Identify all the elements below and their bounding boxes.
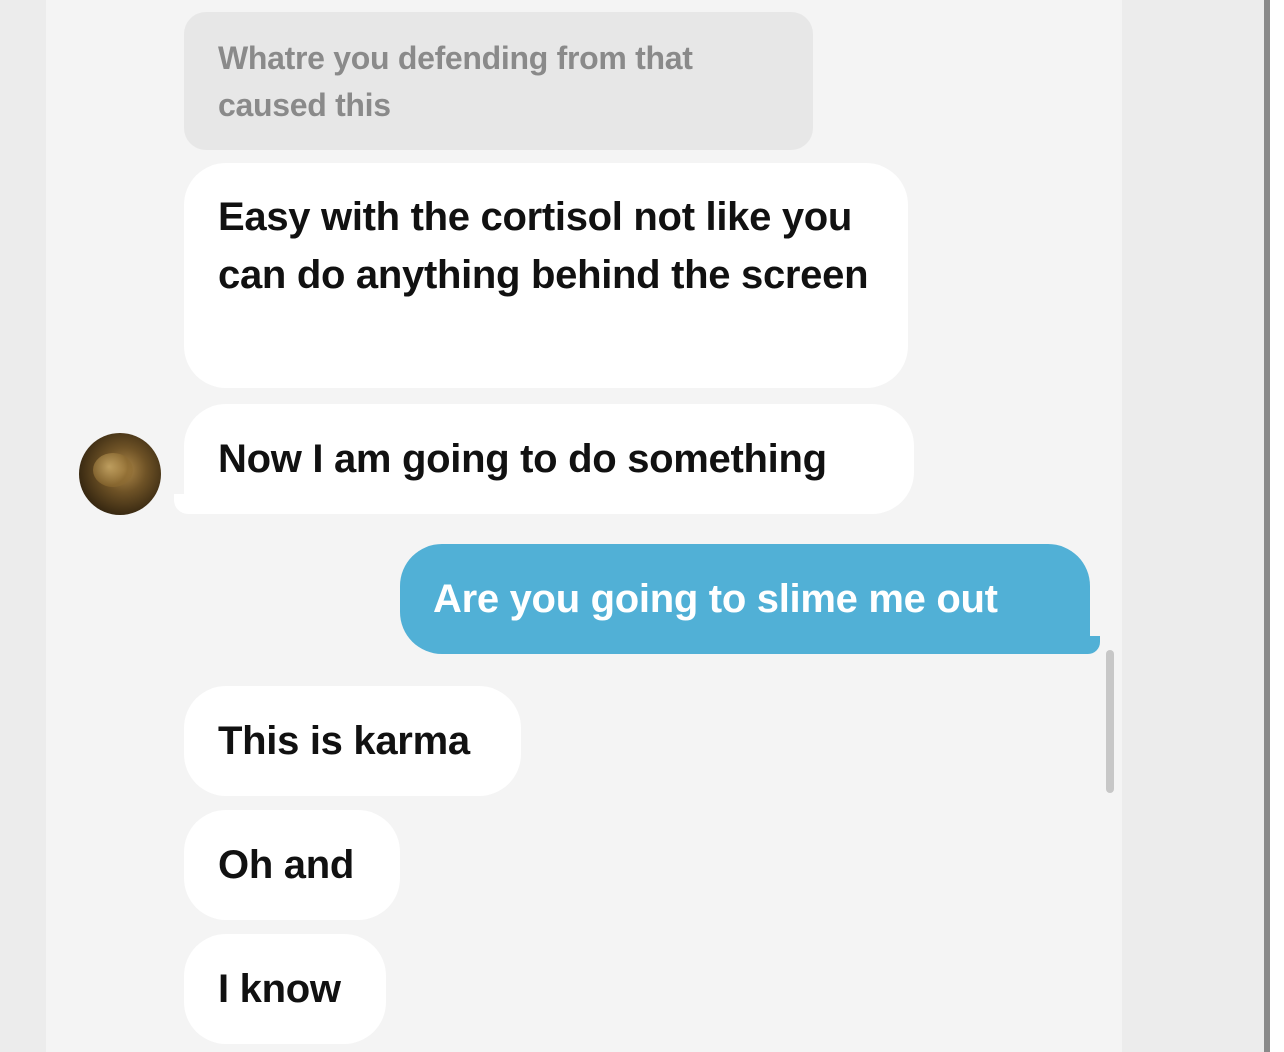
quoted-reply-text: Whatre you defending from that caused th… <box>218 40 693 123</box>
message-text: Oh and <box>218 843 354 887</box>
avatar-photo-detail <box>93 453 133 487</box>
scrollbar-thumb[interactable] <box>1106 650 1114 793</box>
window-edge-margin <box>1270 0 1284 1052</box>
incoming-message-bubble[interactable]: This is karma <box>184 686 521 796</box>
quoted-reply-bubble[interactable]: Whatre you defending from that caused th… <box>184 12 813 150</box>
incoming-message-bubble[interactable]: Easy with the cortisol not like you can … <box>184 163 908 388</box>
message-text: Now I am going to do something <box>218 437 827 481</box>
incoming-message-bubble[interactable]: Oh and <box>184 810 400 920</box>
contact-avatar-icon[interactable] <box>79 433 161 515</box>
message-text: Are you going to slime me out <box>433 577 998 621</box>
incoming-message-bubble[interactable]: Now I am going to do something <box>184 404 914 514</box>
screenshot-frame: Whatre you defending from that caused th… <box>0 0 1284 1052</box>
outgoing-message-bubble[interactable]: Are you going to slime me out <box>400 544 1090 654</box>
incoming-message-bubble[interactable]: I know <box>184 934 386 1044</box>
message-text: This is karma <box>218 719 470 763</box>
message-text: Easy with the cortisol not like you can … <box>218 195 869 297</box>
message-text: I know <box>218 967 341 1011</box>
